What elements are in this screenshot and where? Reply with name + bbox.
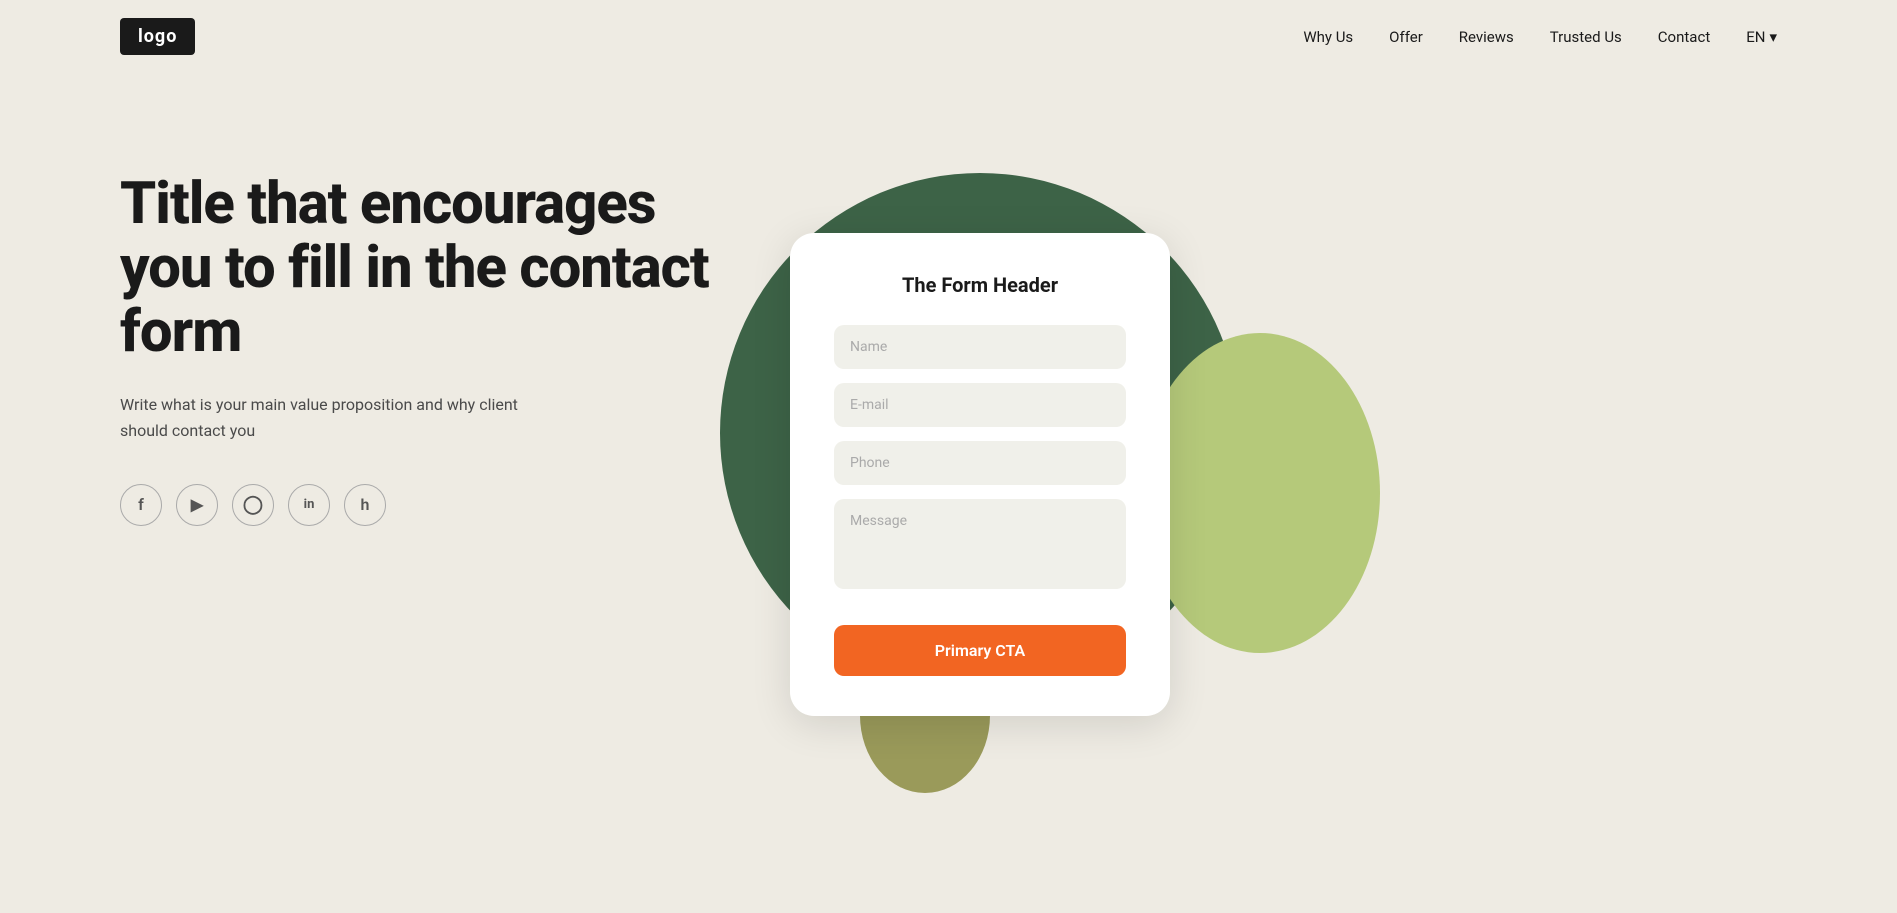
primary-cta-button[interactable]: Primary CTA <box>834 625 1126 676</box>
name-field-group <box>834 325 1126 369</box>
linkedin-icon[interactable]: in <box>288 484 330 526</box>
youtube-icon[interactable]: ▶ <box>176 484 218 526</box>
form-header: The Form Header <box>834 273 1126 297</box>
name-input[interactable] <box>834 325 1126 369</box>
houzz-icon[interactable]: h <box>344 484 386 526</box>
language-selector[interactable]: EN ▾ <box>1746 28 1777 46</box>
message-field-group <box>834 499 1126 593</box>
email-field-group <box>834 383 1126 427</box>
social-icons-group: f ▶ ◯ in h <box>120 484 740 526</box>
language-label: EN <box>1746 28 1765 46</box>
decorative-light-green-shape <box>1140 333 1380 653</box>
email-input[interactable] <box>834 383 1126 427</box>
phone-input[interactable] <box>834 441 1126 485</box>
nav-item-trusted-us[interactable]: Trusted Us <box>1550 28 1622 46</box>
message-input[interactable] <box>834 499 1126 589</box>
contact-form-card: The Form Header Primary CTA <box>790 233 1170 716</box>
nav-item-reviews[interactable]: Reviews <box>1459 28 1514 46</box>
hero-section: Title that encourages you to fill in the… <box>0 73 1897 893</box>
hero-left: Title that encourages you to fill in the… <box>120 133 740 526</box>
language-arrow: ▾ <box>1769 28 1777 46</box>
nav-item-offer[interactable]: Offer <box>1389 28 1423 46</box>
main-nav: Why Us Offer Reviews Trusted Us Contact … <box>1303 28 1777 46</box>
nav-item-contact[interactable]: Contact <box>1658 28 1710 46</box>
header: logo Why Us Offer Reviews Trusted Us Con… <box>0 0 1897 73</box>
logo: logo <box>120 18 195 55</box>
phone-field-group <box>834 441 1126 485</box>
hero-title: Title that encourages you to fill in the… <box>120 173 740 364</box>
nav-item-why-us[interactable]: Why Us <box>1303 28 1353 46</box>
hero-subtitle: Write what is your main value propositio… <box>120 392 540 443</box>
hero-right: The Form Header Primary CTA <box>740 133 1320 893</box>
instagram-icon[interactable]: ◯ <box>232 484 274 526</box>
facebook-icon[interactable]: f <box>120 484 162 526</box>
